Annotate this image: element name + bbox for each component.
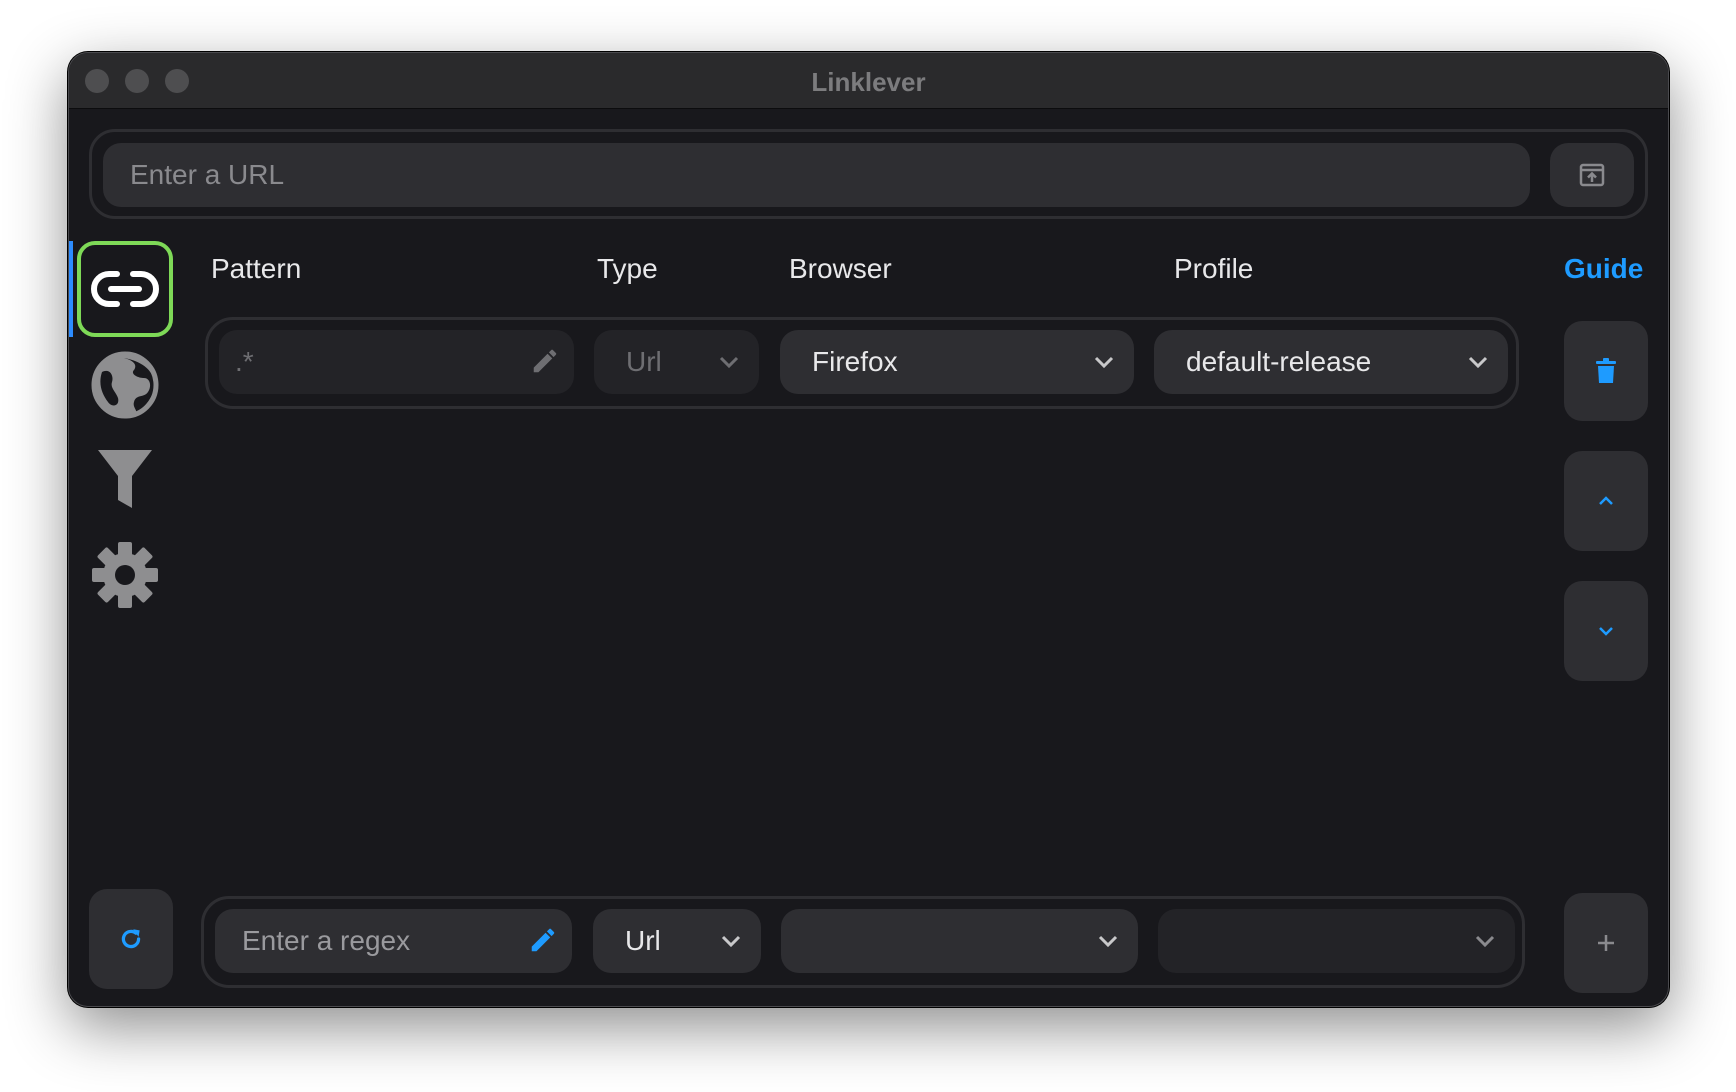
header-pattern: Pattern [211,253,302,284]
chevron-down-icon [1094,356,1114,369]
new-pattern-input[interactable]: Enter a regex [215,909,572,973]
edit-pencil-icon [533,349,557,373]
new-type-select[interactable]: Url [593,909,761,973]
delete-rule-button[interactable] [1564,321,1648,421]
profile-select[interactable]: default-release [1154,330,1508,394]
type-value: Url [626,346,662,377]
profile-value: default-release [1186,346,1372,377]
sidebar-item-settings[interactable] [77,527,173,623]
sidebar-item-filters[interactable] [77,431,173,527]
browser-value: Firefox [812,346,898,377]
chevron-down-icon [719,356,739,369]
new-browser-select[interactable] [781,909,1138,973]
new-type-value: Url [625,925,661,956]
plus-icon [1598,935,1614,951]
sidebar-item-rules[interactable] [77,241,173,337]
url-bar: Enter a URL [89,129,1648,219]
move-up-button[interactable] [1564,451,1648,551]
link-icon [91,271,159,307]
window-title: Linklever [811,67,926,97]
chevron-down-icon [1599,627,1613,636]
refresh-button[interactable] [89,889,173,989]
move-down-button[interactable] [1564,581,1648,681]
open-in-app-icon [1579,163,1605,187]
chevron-down-icon [1475,935,1495,948]
new-pattern-placeholder: Enter a regex [242,925,411,956]
header-browser: Browser [789,253,892,284]
gear-icon [92,542,158,608]
app-window: Linklever Enter a URL Pattern Type Brows… [68,52,1669,1007]
add-rule-button[interactable] [1564,893,1648,993]
filter-icon [98,450,152,508]
header-profile: Profile [1174,253,1254,284]
chevron-up-icon [1599,496,1613,505]
trash-icon [1596,358,1616,383]
pattern-value: .* [235,346,254,377]
header-type: Type [597,253,658,284]
chevron-down-icon [1468,356,1488,369]
new-profile-select[interactable] [1158,909,1515,973]
new-rule-row: Enter a regex Url [201,896,1525,988]
browser-select[interactable]: Firefox [780,330,1134,394]
globe-icon [91,351,159,419]
sidebar-item-browsers[interactable] [77,337,173,433]
edit-pencil-icon [531,928,555,952]
chevron-down-icon [1098,935,1118,948]
sidebar-active-indicator [69,241,73,337]
url-input[interactable]: Enter a URL [103,143,1530,207]
type-select[interactable]: Url [594,330,759,394]
chevron-down-icon [721,935,741,948]
refresh-icon [121,929,141,949]
rule-row: .* Url Firefox default-release [205,317,1519,409]
guide-link[interactable]: Guide [1564,253,1643,285]
title-bar: Linklever [69,53,1668,109]
pattern-field[interactable]: .* [219,330,574,394]
open-url-button[interactable] [1550,143,1634,207]
